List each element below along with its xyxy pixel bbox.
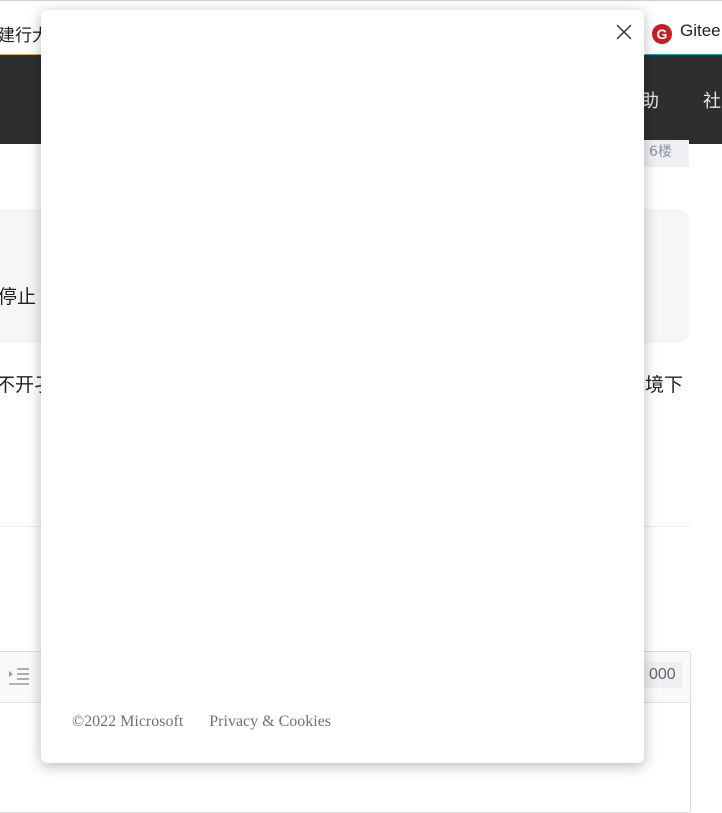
copyright-text: ©2022 Microsoft bbox=[72, 713, 184, 730]
gitee-logo-icon: G bbox=[652, 24, 672, 44]
modal-dialog: ©2022 Microsoft Privacy & Cookies bbox=[41, 10, 644, 763]
close-icon bbox=[616, 24, 632, 40]
post-body-text-end: 境下 bbox=[645, 374, 684, 396]
nav-item-community[interactable]: 社 bbox=[703, 87, 721, 113]
tab-gitee[interactable]: G Gitee bbox=[652, 21, 721, 44]
quote-text: 停止 bbox=[0, 286, 37, 308]
modal-footer: ©2022 Microsoft Privacy & Cookies bbox=[72, 713, 331, 731]
indent-icon[interactable] bbox=[9, 667, 29, 689]
close-button[interactable] bbox=[612, 20, 636, 44]
tab-gitee-label: Gitee bbox=[680, 21, 721, 40]
char-count: 000 bbox=[643, 662, 682, 688]
floor-badge: 6楼 bbox=[643, 140, 689, 167]
privacy-cookies-link[interactable]: Privacy & Cookies bbox=[209, 713, 331, 731]
